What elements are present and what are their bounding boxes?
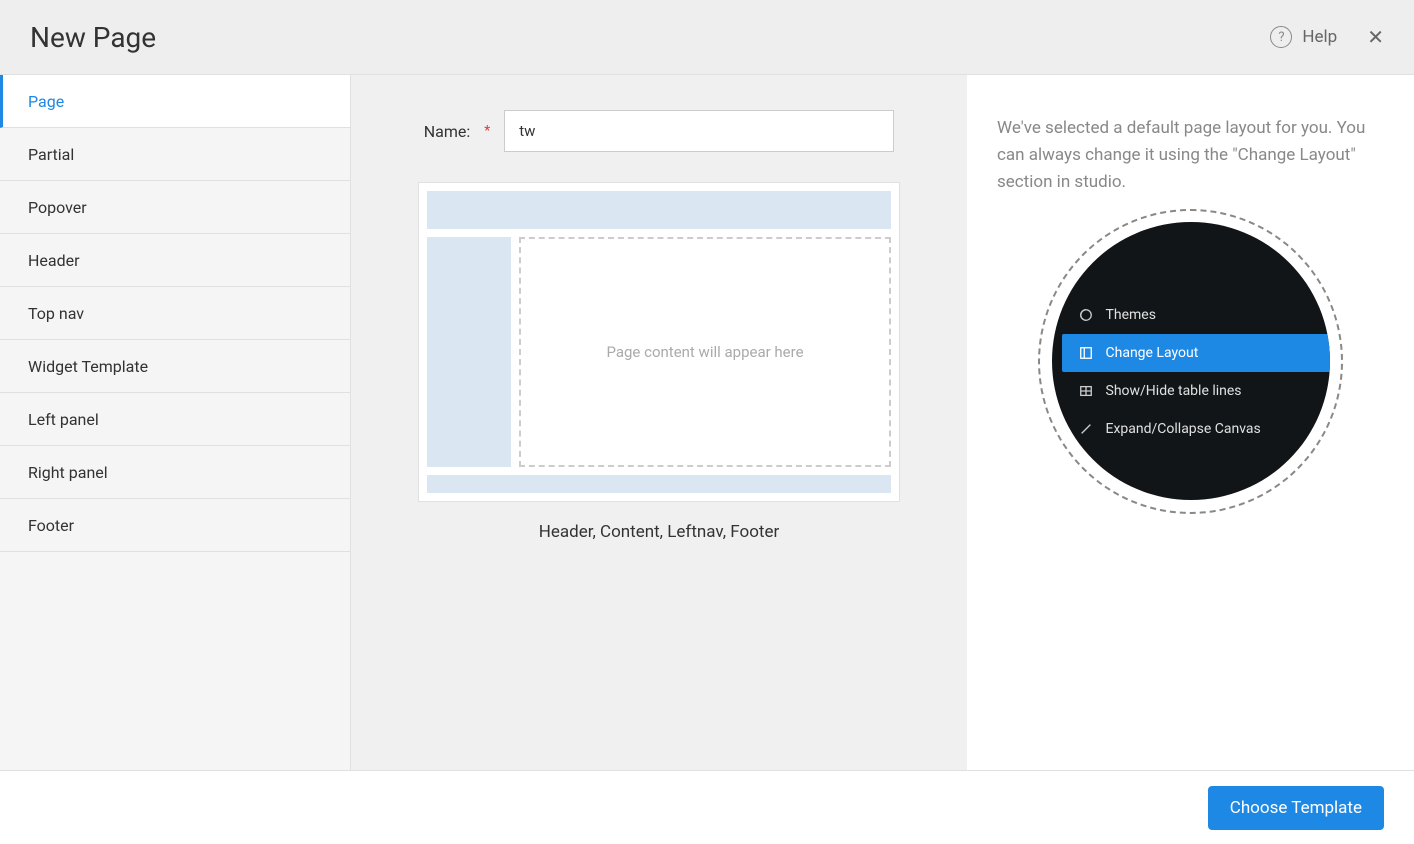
header-actions: ? Help ✕ [1270, 26, 1384, 48]
menu-item-label: Themes [1106, 307, 1156, 323]
preview-content-region: Page content will appear here [519, 237, 891, 467]
sidebar-item-label: Footer [28, 516, 74, 535]
name-row: Name: * [424, 110, 895, 152]
right-description: We've selected a default page layout for… [997, 115, 1384, 197]
content-main: Name: * Page content will appear here He… [351, 75, 967, 770]
sidebar: Page Partial Popover Header Top nav Widg… [0, 75, 351, 770]
sidebar-item-footer[interactable]: Footer [0, 499, 350, 552]
context-menu: Themes Change Layout Show/ [1062, 296, 1330, 448]
close-icon[interactable]: ✕ [1367, 27, 1384, 47]
expand-icon [1078, 421, 1094, 437]
sidebar-item-partial[interactable]: Partial [0, 128, 350, 181]
sidebar-item-label: Left panel [28, 410, 99, 429]
main-content: Page Partial Popover Header Top nav Widg… [0, 75, 1414, 770]
preview-middle-region: Page content will appear here [427, 237, 891, 467]
sidebar-item-label: Top nav [28, 304, 84, 323]
sidebar-item-label: Header [28, 251, 80, 270]
choose-template-button[interactable]: Choose Template [1208, 786, 1384, 830]
sidebar-item-widget-template[interactable]: Widget Template [0, 340, 350, 393]
preview-placeholder: Page content will appear here [606, 343, 803, 361]
sidebar-item-top-nav[interactable]: Top nav [0, 287, 350, 340]
content-area: Name: * Page content will appear here He… [351, 75, 1414, 770]
name-label: Name: [424, 122, 471, 141]
help-label: Help [1302, 27, 1337, 47]
help-button[interactable]: ? Help [1270, 26, 1337, 48]
menu-item-label: Expand/Collapse Canvas [1106, 421, 1261, 437]
sidebar-item-popover[interactable]: Popover [0, 181, 350, 234]
table-icon [1078, 383, 1094, 399]
menu-item-label: Show/Hide table lines [1106, 383, 1242, 399]
layout-icon [1078, 345, 1094, 361]
sidebar-item-label: Right panel [28, 463, 108, 482]
preview-header-region [427, 191, 891, 229]
sidebar-item-header[interactable]: Header [0, 234, 350, 287]
sidebar-item-right-panel[interactable]: Right panel [0, 446, 350, 499]
required-indicator: * [484, 123, 490, 139]
help-icon: ? [1270, 26, 1292, 48]
circle-inner: Themes Change Layout Show/ [1052, 222, 1330, 500]
name-input[interactable] [504, 110, 894, 152]
sidebar-item-label: Popover [28, 198, 87, 217]
page-title: New Page [30, 21, 1270, 54]
menu-item-expand-canvas: Expand/Collapse Canvas [1062, 410, 1330, 448]
preview-leftnav-region [427, 237, 511, 467]
sidebar-item-page[interactable]: Page [0, 75, 350, 128]
menu-item-table-lines: Show/Hide table lines [1062, 372, 1330, 410]
menu-item-themes: Themes [1062, 296, 1330, 334]
dialog-header: New Page ? Help ✕ [0, 0, 1414, 75]
menu-item-change-layout: Change Layout [1062, 334, 1330, 372]
layout-preview: Page content will appear here [418, 182, 900, 502]
menu-item-label: Change Layout [1106, 345, 1199, 361]
layout-caption: Header, Content, Leftnav, Footer [539, 522, 780, 542]
sidebar-item-label: Widget Template [28, 357, 148, 376]
sidebar-item-left-panel[interactable]: Left panel [0, 393, 350, 446]
preview-footer-region [427, 475, 891, 493]
dialog-footer: Choose Template [0, 770, 1414, 844]
sidebar-item-label: Page [28, 92, 64, 111]
sidebar-item-label: Partial [28, 145, 74, 164]
right-panel: We've selected a default page layout for… [967, 75, 1414, 770]
circle-preview: Themes Change Layout Show/ [1038, 209, 1343, 514]
theme-icon [1078, 307, 1094, 323]
